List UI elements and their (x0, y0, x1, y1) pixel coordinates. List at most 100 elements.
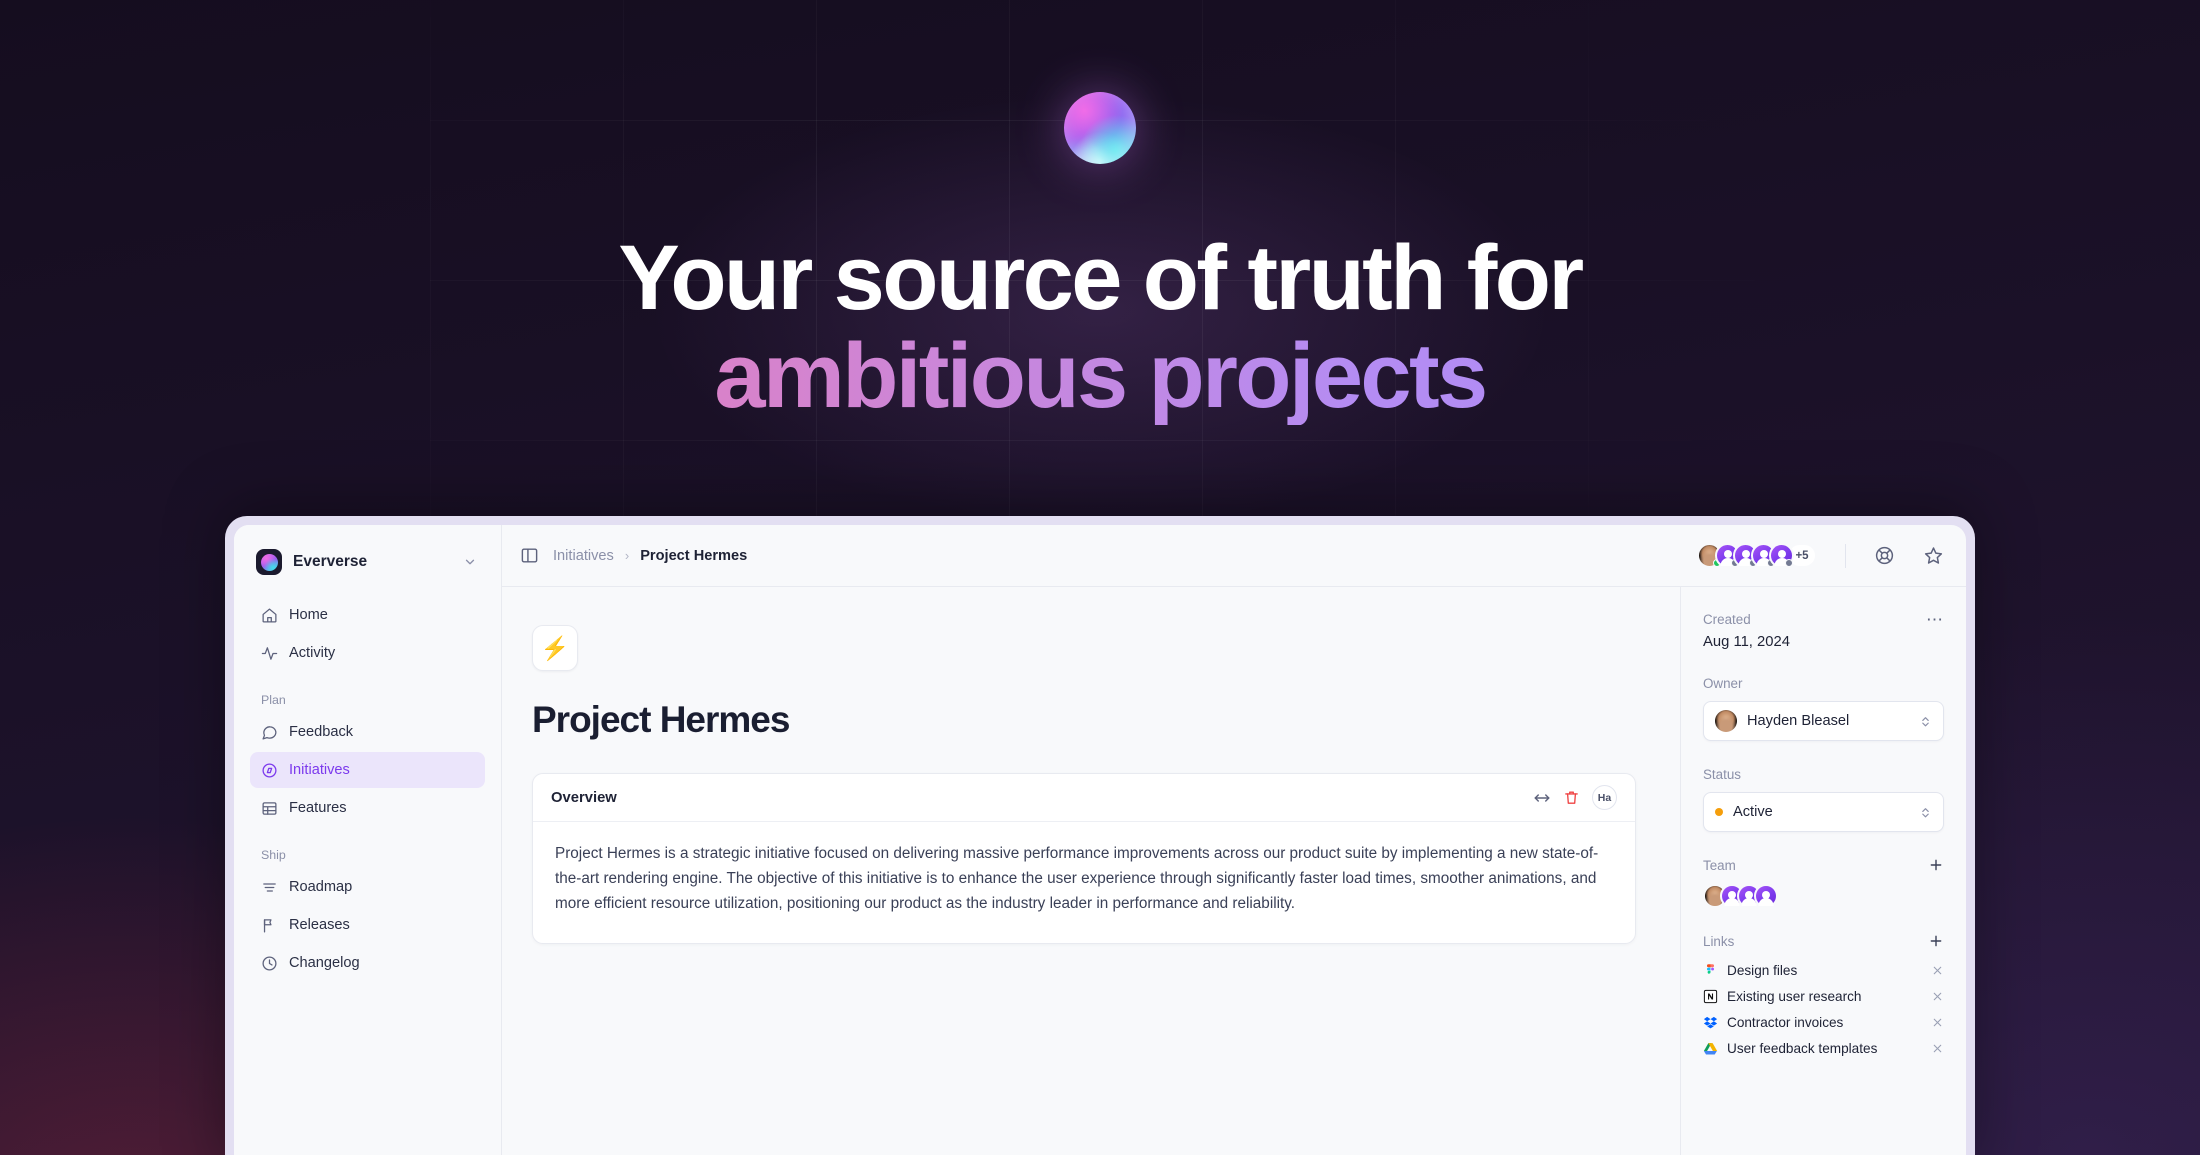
list-item[interactable]: Contractor invoices (1703, 1009, 1944, 1035)
flag-icon (263, 918, 272, 933)
page-title: Your source of truth for ambitious proje… (0, 227, 2200, 426)
breadcrumb-current: Project Hermes (640, 547, 748, 564)
workspace-switcher[interactable]: Eververse (250, 543, 485, 581)
link-label: Design files (1727, 962, 1798, 978)
links-label: Links (1703, 933, 1735, 949)
content-and-panel: ⚡ Project Hermes Overview Ha Project Her… (502, 587, 1966, 1155)
plus-icon[interactable] (1928, 933, 1944, 949)
overview-card-header: Overview Ha (533, 774, 1635, 822)
breadcrumb: Initiatives › Project Hermes (553, 548, 1683, 564)
star-icon[interactable] (1923, 545, 1944, 566)
team-label: Team (1703, 857, 1736, 873)
status-select[interactable]: Active (1703, 792, 1944, 832)
close-icon[interactable] (1931, 1016, 1944, 1029)
home-icon (262, 607, 277, 623)
links-list: Design files Existing user research Cont… (1703, 957, 1944, 1061)
created-row: Created ⋯ (1703, 611, 1944, 628)
status-dot (1715, 808, 1723, 816)
app-window: Eververse Home Activity Plan Feedback In… (225, 516, 1975, 1155)
sidebar-panel-icon[interactable] (520, 546, 539, 565)
initiative-emoji[interactable]: ⚡ (532, 625, 578, 671)
compass-icon (262, 762, 277, 778)
headline-line-2: ambitious projects (0, 327, 2200, 426)
sidebar-nav-ship: Roadmap Releases Changelog (250, 869, 485, 981)
sidebar-item-label: Home (289, 607, 328, 623)
sidebar-item-label: Feedback (289, 724, 354, 740)
initiative-title: Project Hermes (532, 699, 790, 740)
sidebar-group-label-ship: Ship (261, 848, 286, 862)
sidebar-item-feedback[interactable]: Feedback (250, 714, 485, 750)
sidebar-item-label: Changelog (289, 955, 360, 971)
dropbox-icon (1703, 1016, 1718, 1028)
gradient-orb-logo-icon (1064, 92, 1136, 164)
chat-bubble-icon (262, 725, 277, 740)
details-panel: Created ⋯ Aug 11, 2024 Owner Hayden Blea… (1680, 587, 1966, 1155)
sidebar-item-activity[interactable]: Activity (250, 635, 485, 671)
sidebar-item-releases[interactable]: Releases (250, 907, 485, 943)
owner-section: Owner Hayden Bleasel (1703, 675, 1944, 741)
link-label: User feedback templates (1727, 1040, 1878, 1056)
sidebar-item-label: Releases (289, 917, 350, 933)
team-avatars (1703, 884, 1944, 908)
workspace-name: Eververse (293, 553, 368, 570)
owner-select[interactable]: Hayden Bleasel (1703, 701, 1944, 741)
close-icon[interactable] (1931, 964, 1944, 977)
close-icon[interactable] (1931, 990, 1944, 1003)
sidebar-item-label: Initiatives (289, 762, 350, 778)
sidebar-nav-plan: Feedback Initiatives Features (250, 714, 485, 826)
avatar-stack[interactable]: +5 (1697, 543, 1817, 568)
sidebar-item-changelog[interactable]: Changelog (250, 945, 485, 981)
figma-icon (1706, 963, 1715, 974)
sidebar-item-features[interactable]: Features (250, 790, 485, 826)
sidebar-nav-main: Home Activity (250, 597, 485, 671)
chevron-up-down-icon (1922, 716, 1929, 726)
app-inner: Eververse Home Activity Plan Feedback In… (234, 525, 1966, 1155)
owner-label: Owner (1703, 676, 1743, 691)
links-section: Links Design files Existing user researc… (1703, 933, 1944, 1061)
content-area: ⚡ Project Hermes Overview Ha Project Her… (502, 587, 1680, 1155)
topbar: Initiatives › Project Hermes +5 (502, 525, 1966, 587)
headline-line-1: Your source of truth for (618, 227, 1584, 329)
list-item[interactable]: Existing user research (1703, 983, 1944, 1009)
list-item[interactable]: Design files (1703, 957, 1944, 983)
close-icon[interactable] (1931, 1042, 1944, 1055)
sidebar-item-initiatives[interactable]: Initiatives (250, 752, 485, 788)
list-lines-icon (263, 882, 276, 892)
owner-value: Hayden Bleasel (1747, 713, 1850, 729)
google-drive-icon (1703, 1042, 1718, 1054)
chevron-down-icon (465, 559, 475, 565)
main-column: Initiatives › Project Hermes +5 ⚡ Projec… (502, 525, 1966, 1155)
ellipsis-icon[interactable]: ⋯ (1926, 611, 1944, 628)
status-value: Active (1733, 804, 1773, 820)
breadcrumb-parent[interactable]: Initiatives (553, 548, 614, 564)
status-section: Status Active (1703, 766, 1944, 832)
sidebar-item-roadmap[interactable]: Roadmap (250, 869, 485, 905)
status-label: Status (1703, 767, 1741, 782)
sidebar-item-label: Features (289, 800, 347, 816)
link-label: Existing user research (1727, 988, 1862, 1004)
list-item[interactable]: User feedback templates (1703, 1035, 1944, 1061)
hero-logo-orb (1064, 92, 1136, 164)
arrows-left-right-icon[interactable] (1533, 789, 1551, 807)
plus-icon[interactable] (1928, 857, 1944, 873)
notion-icon (1703, 989, 1718, 1003)
table-grid-icon (262, 801, 277, 815)
collaborator-avatar[interactable]: Ha (1592, 785, 1617, 810)
status-dot-away (1785, 559, 1793, 567)
overview-card-body[interactable]: Project Hermes is a strategic initiative… (533, 822, 1635, 943)
breadcrumb-separator: › (624, 548, 630, 563)
avatar[interactable] (1769, 543, 1794, 568)
avatar (1715, 710, 1737, 732)
team-section: Team (1703, 857, 1944, 908)
created-label: Created (1703, 612, 1751, 627)
sidebar-group-label-plan: Plan (261, 693, 286, 707)
activity-pulse-icon (261, 646, 278, 660)
sidebar: Eververse Home Activity Plan Feedback In… (234, 525, 502, 1155)
trash-icon[interactable] (1563, 789, 1580, 806)
sidebar-item-label: Activity (289, 645, 336, 661)
overview-card: Overview Ha Project Hermes is a strategi… (532, 773, 1636, 944)
sidebar-item-home[interactable]: Home (250, 597, 485, 633)
avatar[interactable] (1754, 884, 1778, 908)
lifebuoy-icon[interactable] (1874, 545, 1895, 566)
divider (1845, 543, 1846, 568)
